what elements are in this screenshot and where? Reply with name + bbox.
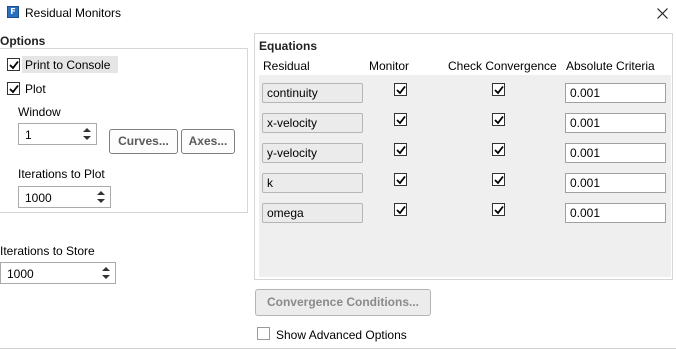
- spinner-arrows[interactable]: [81, 126, 93, 142]
- residual-name: omega: [262, 203, 363, 223]
- monitor-checkbox[interactable]: [394, 113, 407, 126]
- monitor-checkbox[interactable]: [394, 83, 407, 96]
- options-group-title: Options: [0, 34, 46, 48]
- column-header-check-convergence: Check Convergence: [448, 59, 557, 73]
- show-advanced-options-label[interactable]: Show Advanced Options: [276, 328, 407, 342]
- column-header-absolute-criteria: Absolute Criteria: [566, 59, 655, 73]
- title-bar: F Residual Monitors: [0, 0, 676, 27]
- chevron-up-icon: [83, 128, 91, 132]
- checkmark-icon: [494, 145, 504, 155]
- check-convergence-checkbox[interactable]: [492, 173, 505, 186]
- absolute-criteria-input[interactable]: 0.001: [565, 203, 666, 223]
- equations-group-title: Equations: [259, 39, 318, 53]
- window-label: Window: [18, 105, 61, 119]
- check-convergence-checkbox[interactable]: [492, 83, 505, 96]
- monitor-checkbox[interactable]: [394, 203, 407, 216]
- checkmark-icon: [396, 85, 406, 95]
- check-convergence-checkbox[interactable]: [492, 113, 505, 126]
- spinner-arrows[interactable]: [100, 265, 112, 281]
- checkmark-icon: [494, 115, 504, 125]
- monitor-checkbox[interactable]: [394, 143, 407, 156]
- iterations-to-plot-spinner[interactable]: 1000: [18, 186, 111, 208]
- residual-name: k: [262, 173, 363, 193]
- check-convergence-checkbox[interactable]: [492, 203, 505, 216]
- absolute-criteria-input[interactable]: 0.001: [565, 83, 666, 103]
- monitor-checkbox[interactable]: [394, 173, 407, 186]
- iterations-to-plot-value: 1000: [25, 191, 52, 205]
- residual-name: continuity: [262, 83, 363, 103]
- chevron-down-icon: [102, 275, 110, 279]
- checkmark-icon: [494, 85, 504, 95]
- print-to-console-label[interactable]: Print to Console: [25, 58, 110, 72]
- spinner-arrows[interactable]: [95, 189, 107, 205]
- iterations-to-store-value: 1000: [7, 267, 34, 281]
- print-to-console-checkbox[interactable]: [7, 58, 20, 71]
- column-header-monitor: Monitor: [369, 59, 410, 73]
- plot-checkbox[interactable]: [7, 82, 20, 95]
- iterations-to-store-spinner[interactable]: 1000: [0, 262, 116, 284]
- checkmark-icon: [9, 60, 19, 70]
- checkmark-icon: [494, 175, 504, 185]
- window-value: 1: [25, 128, 32, 142]
- show-advanced-options-checkbox[interactable]: [257, 327, 270, 340]
- close-button[interactable]: [650, 2, 674, 24]
- absolute-criteria-input[interactable]: 0.001: [565, 113, 666, 133]
- checkmark-icon: [9, 84, 19, 94]
- checkmark-icon: [396, 145, 406, 155]
- checkmark-icon: [396, 115, 406, 125]
- axes-button[interactable]: Axes...: [181, 129, 235, 154]
- divider: [0, 348, 676, 349]
- check-convergence-checkbox[interactable]: [492, 143, 505, 156]
- chevron-up-icon: [97, 191, 105, 195]
- convergence-conditions-button[interactable]: Convergence Conditions...: [255, 289, 431, 316]
- checkmark-icon: [396, 175, 406, 185]
- chevron-down-icon: [83, 136, 91, 140]
- column-header-residual: Residual: [263, 59, 310, 73]
- plot-label[interactable]: Plot: [25, 82, 46, 96]
- window-spinner[interactable]: 1: [18, 123, 97, 145]
- checkmark-icon: [396, 205, 406, 215]
- iterations-to-store-label: Iterations to Store: [0, 244, 95, 258]
- absolute-criteria-input[interactable]: 0.001: [565, 143, 666, 163]
- chevron-up-icon: [102, 267, 110, 271]
- residual-name: x-velocity: [262, 113, 363, 133]
- curves-button[interactable]: Curves...: [109, 129, 178, 154]
- residual-name: y-velocity: [262, 143, 363, 163]
- app-icon: F: [7, 6, 19, 18]
- absolute-criteria-input[interactable]: 0.001: [565, 173, 666, 193]
- checkmark-icon: [494, 205, 504, 215]
- iterations-to-plot-label: Iterations to Plot: [18, 167, 105, 181]
- chevron-down-icon: [97, 199, 105, 203]
- window-title: Residual Monitors: [25, 6, 122, 20]
- close-icon: [657, 8, 668, 19]
